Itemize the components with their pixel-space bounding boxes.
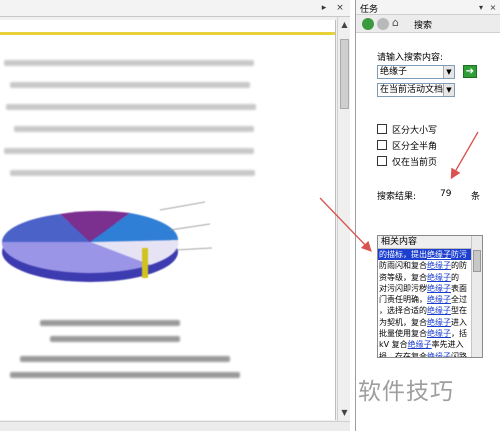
results-scroll-thumb[interactable] <box>473 250 481 272</box>
result-label: 搜索结果: <box>377 192 417 202</box>
search-label: 请输入搜索内容: <box>377 53 444 63</box>
result-keyword-link[interactable]: 绝缘子 <box>408 340 432 349</box>
result-row[interactable]: 为契机，复合绝缘子进入 <box>378 317 472 328</box>
result-keyword-link[interactable]: 绝缘子 <box>427 352 451 357</box>
result-context-text: 的描标，提出 <box>379 250 427 259</box>
result-row[interactable]: 损，存在复合绝缘子闪路 <box>378 351 472 358</box>
results-scrollbar[interactable] <box>471 236 482 357</box>
result-keyword-link[interactable]: 绝缘子 <box>427 273 451 282</box>
task-pane-navbar: ⌂ 搜索 <box>356 15 500 33</box>
match-case-label: 区分大小写 <box>392 126 438 136</box>
result-row[interactable]: 资等级，复合绝缘子的 <box>378 272 472 283</box>
result-keyword-link[interactable]: 绝缘子 <box>427 306 451 315</box>
result-keyword-link[interactable]: 绝缘子 <box>427 284 451 293</box>
scroll-up-icon[interactable]: ▲ <box>338 19 351 31</box>
result-context-text: 损，存在复合 <box>379 351 427 358</box>
chevron-down-icon[interactable]: ▼ <box>443 84 454 96</box>
document-horizontal-scrollbar[interactable] <box>0 421 350 431</box>
result-row[interactable]: 对污闪即污秽绝缘子表面 <box>378 283 472 294</box>
task-pane-title: 任务 <box>360 5 379 15</box>
search-input[interactable]: 绝缘子 ▼ <box>377 65 455 79</box>
result-row[interactable]: 防雨闪和复合绝缘子的防 <box>378 260 472 271</box>
back-icon[interactable] <box>362 18 374 30</box>
results-header: 相关内容 <box>378 236 482 249</box>
document-toolbar: ▸ × <box>0 0 350 17</box>
blurred-caption-line <box>20 356 230 362</box>
result-context-text: 为契机，复合 <box>379 317 427 327</box>
result-context-text: 的防 <box>451 261 467 271</box>
document-vertical-scrollbar[interactable]: ▲ ▼ <box>337 17 350 421</box>
result-context-text: ，括 <box>451 329 467 339</box>
current-page-label: 仅在当前页 <box>392 158 438 168</box>
result-context-text: 型在 <box>451 306 467 316</box>
search-scope-select[interactable]: 在当前活动文档 ▼ <box>377 83 455 97</box>
result-context-text: kV 复合 <box>379 340 408 350</box>
forward-icon[interactable] <box>377 18 389 30</box>
blurred-caption-line <box>10 372 240 378</box>
result-context-text: 表面 <box>451 283 467 293</box>
pane-dropdown-icon[interactable]: ▾ <box>476 2 486 13</box>
document-page[interactable] <box>0 20 336 420</box>
result-keyword-link[interactable]: 绝缘子 <box>427 329 451 338</box>
result-keyword-link[interactable]: 绝缘子 <box>427 318 451 327</box>
task-pane-titlebar: 任务 ▾ × <box>356 0 500 15</box>
result-context-text: 的 <box>451 272 459 282</box>
blurred-text-line <box>10 82 250 88</box>
current-page-checkbox[interactable] <box>377 156 387 166</box>
result-context-text: ，选择合适的 <box>379 306 427 316</box>
result-row[interactable]: 的描标，提出绝缘子防污 <box>378 249 472 261</box>
scroll-down-icon[interactable]: ▼ <box>338 407 351 419</box>
result-context-text: 闪路 <box>451 351 467 358</box>
close-document-icon[interactable]: × <box>334 2 346 14</box>
result-keyword-link[interactable]: 绝缘子 <box>427 261 451 270</box>
match-case-checkbox[interactable] <box>377 124 387 134</box>
home-icon[interactable]: ⌂ <box>392 17 404 29</box>
search-results-list[interactable]: 相关内容 的描标，提出绝缘子防污 防雨闪和复合绝缘子的防 资等级，复合绝缘子的 对污闪… <box>377 235 483 358</box>
result-count: 79 <box>440 189 452 199</box>
blurred-text-line <box>4 60 254 66</box>
result-row[interactable]: 批量使用复合绝缘子，括 <box>378 328 472 339</box>
result-context-text: 批量使用复合 <box>379 329 427 339</box>
result-row[interactable]: 门责任明确，绝缘子全过 <box>378 294 472 305</box>
result-unit: 条 <box>471 192 481 202</box>
search-input-value: 绝缘子 <box>380 67 408 77</box>
match-width-checkbox[interactable] <box>377 140 387 150</box>
arrow-right-icon: ➔ <box>465 66 475 77</box>
blurred-caption-line <box>50 336 180 342</box>
result-keyword-link[interactable]: 绝缘子 <box>427 250 451 259</box>
blurred-text-line <box>14 126 254 132</box>
result-row[interactable]: ，选择合适的绝缘子型在 <box>378 305 472 316</box>
result-keyword-link[interactable]: 绝缘子 <box>427 295 451 304</box>
blurred-text-line <box>6 104 256 110</box>
scroll-thumb[interactable] <box>340 39 349 109</box>
result-context-text: 资等级，复合 <box>379 272 427 282</box>
document-pie-chart-image <box>1 201 213 282</box>
result-context-text: 门责任明确， <box>379 295 427 305</box>
result-context-text: 全过 <box>451 295 467 305</box>
blurred-text-line <box>4 148 254 154</box>
pane-section-title: 搜索 <box>414 21 433 31</box>
highlight-strip <box>0 32 335 35</box>
search-scope-value: 在当前活动文档 <box>380 85 444 95</box>
result-context-text: 防污 <box>451 250 467 259</box>
result-context-text: 对污闪即污秽 <box>379 283 427 293</box>
blurred-caption-line <box>40 320 180 326</box>
document-area: ▸ × ▲ ▼ <box>0 0 350 431</box>
blurred-text-line <box>10 170 255 176</box>
chevron-down-icon[interactable]: ▼ <box>443 66 454 78</box>
match-width-label: 区分全半角 <box>392 142 438 152</box>
close-pane-icon[interactable]: × <box>488 2 498 13</box>
watermark-text: 软件技巧 <box>358 379 454 405</box>
result-context-text: 防雨闪和复合 <box>379 261 427 271</box>
result-row[interactable]: kV 复合绝缘子率先进入 <box>378 339 472 350</box>
result-context-text: 率先进入 <box>431 340 464 350</box>
result-context-text: 进入 <box>451 317 467 327</box>
search-go-button[interactable]: ➔ <box>463 65 477 78</box>
tab-scroll-icon[interactable]: ▸ <box>318 2 330 14</box>
